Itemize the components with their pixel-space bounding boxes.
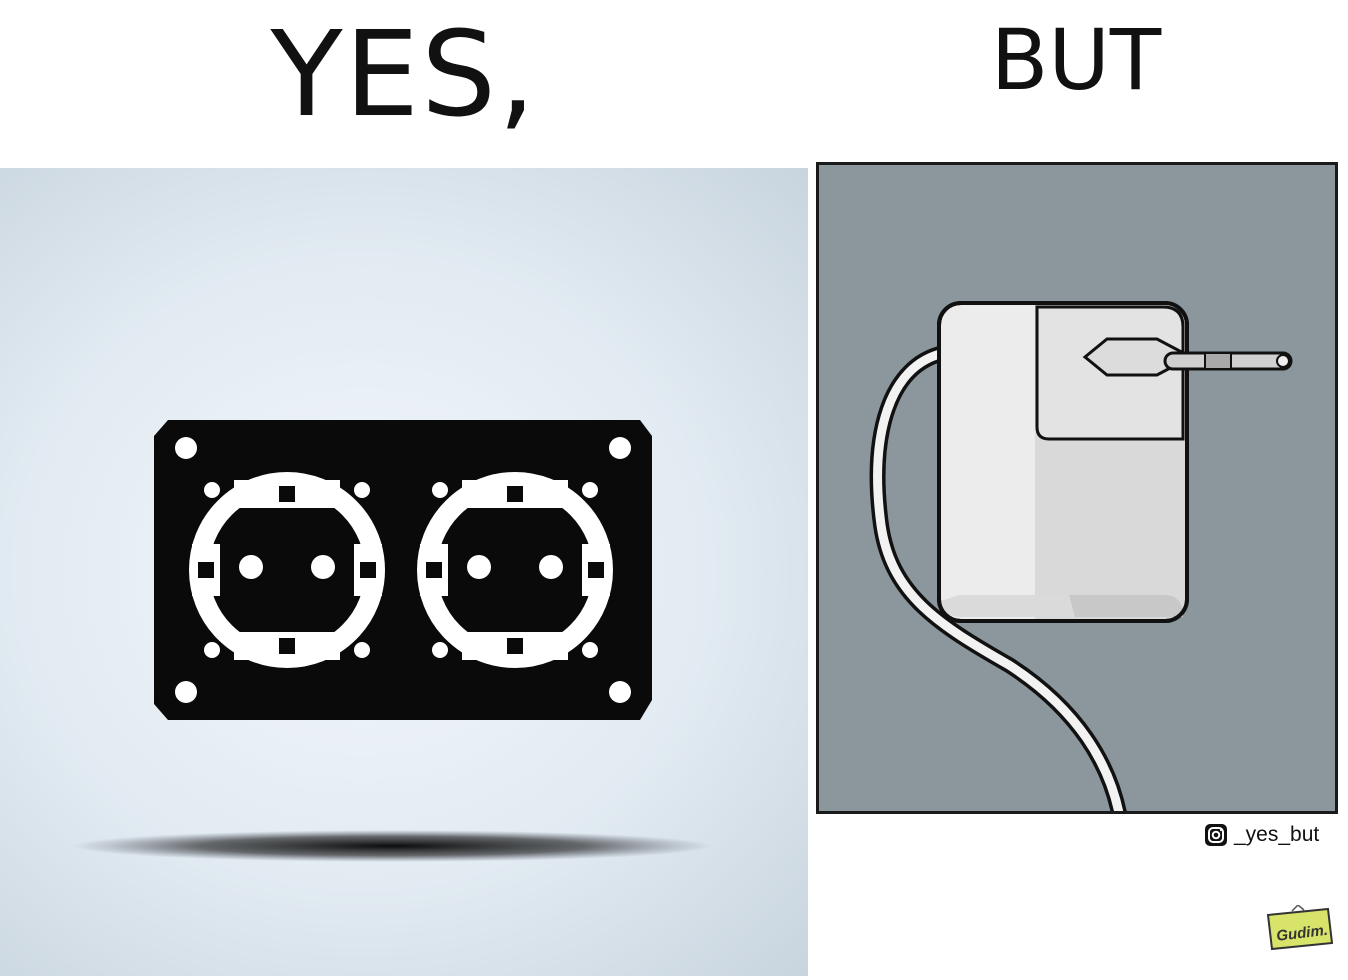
- screw-hole-icon: [175, 681, 197, 703]
- instagram-credit[interactable]: _yes_but: [1204, 820, 1319, 850]
- instagram-handle: _yes_but: [1234, 823, 1320, 846]
- double-socket-illustration: [72, 420, 712, 862]
- title-yes: YES,: [270, 5, 538, 143]
- yes-panel: [0, 168, 808, 976]
- title-but: BUT: [990, 11, 1162, 109]
- charger-plug-illustration: [869, 301, 1293, 821]
- screw-hole-icon: [609, 681, 631, 703]
- socket-plate: [154, 420, 652, 720]
- screw-hole-icon: [609, 437, 631, 459]
- artist-signature-badge: Gudim.: [1266, 905, 1334, 951]
- socket-shadow: [72, 830, 712, 862]
- but-panel: [816, 162, 1338, 821]
- screw-hole-icon: [175, 437, 197, 459]
- instagram-icon: [1205, 824, 1227, 846]
